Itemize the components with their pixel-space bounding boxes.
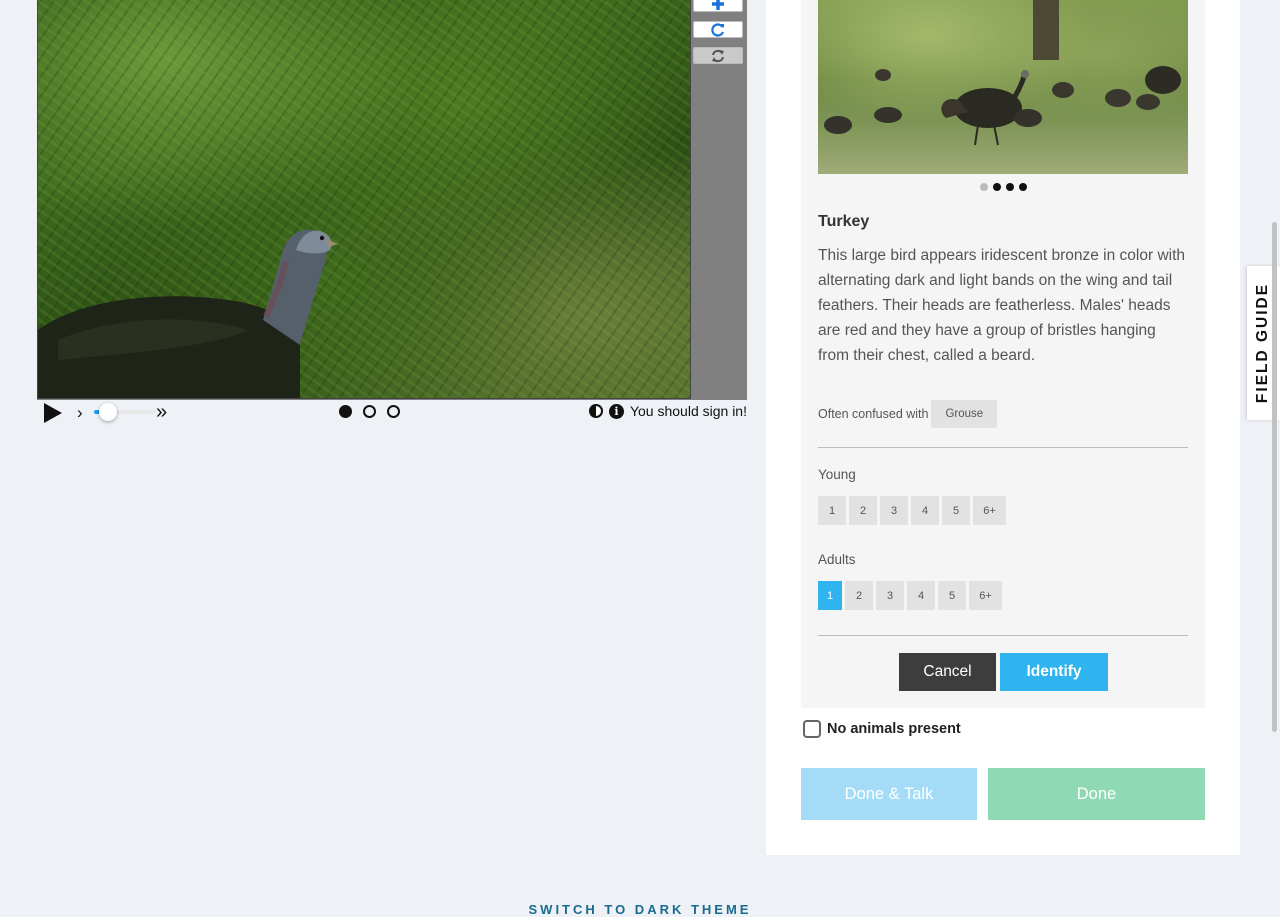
divider [818, 447, 1188, 448]
frame-dot[interactable] [339, 405, 352, 418]
page-scrollbar[interactable] [1272, 222, 1277, 732]
count-option-button[interactable]: 2 [849, 496, 877, 525]
viewer-meta-controls: i You should sign in! [588, 403, 747, 419]
image-pager-dot[interactable] [1019, 183, 1027, 191]
adults-count-options: 1 2 3 4 5 6+ [818, 581, 1002, 610]
question-label-adults: Adults [818, 552, 856, 567]
species-name: Turkey [818, 213, 870, 230]
viewer-controls: › » i You should sign in! [37, 400, 747, 426]
question-label-young: Young [818, 467, 856, 482]
confused-species-link[interactable]: Grouse [931, 400, 998, 428]
frame-dot[interactable] [387, 405, 400, 418]
image-pager-dot[interactable] [993, 183, 1001, 191]
reset-icon [712, 49, 724, 62]
switch-theme-link[interactable]: SWITCH TO DARK THEME [0, 902, 1280, 917]
slider-thumb[interactable] [99, 403, 117, 421]
subject-image[interactable] [37, 0, 691, 399]
count-option-button[interactable]: 6+ [973, 496, 1006, 525]
young-count-options: 1 2 3 4 5 6+ [818, 496, 1006, 525]
image-pager-dot[interactable] [980, 183, 988, 191]
play-icon[interactable] [43, 403, 63, 423]
turkey-flock [824, 66, 1181, 146]
frame-dot[interactable] [363, 405, 376, 418]
viewer-toolbar [691, 0, 747, 400]
zoom-in-button[interactable] [693, 0, 743, 12]
signin-message[interactable]: You should sign in! [630, 403, 747, 419]
count-option-button[interactable]: 5 [938, 581, 966, 610]
species-description: This large bird appears iridescent bronz… [818, 247, 1186, 364]
fast-forward-icon[interactable]: » [156, 402, 167, 422]
count-option-button[interactable]: 6+ [969, 581, 1002, 610]
count-option-button[interactable]: 5 [942, 496, 970, 525]
no-animals-checkbox[interactable] [803, 720, 821, 738]
count-option-button[interactable]: 1 [818, 581, 842, 610]
count-option-button[interactable]: 3 [876, 581, 904, 610]
step-forward-icon[interactable]: › [77, 404, 83, 421]
no-animals-label[interactable]: No animals present [827, 721, 961, 737]
no-animals-checkbox-row[interactable]: No animals present [803, 720, 961, 738]
rotate-button[interactable] [693, 21, 743, 38]
playback-speed-slider[interactable] [94, 403, 156, 421]
cancel-button[interactable]: Cancel [899, 653, 996, 691]
subject-viewer [37, 0, 747, 400]
confused-with-label: Often confused with [818, 407, 929, 421]
done-button[interactable]: Done [988, 768, 1205, 820]
divider [818, 635, 1188, 636]
count-option-button[interactable]: 4 [907, 581, 935, 610]
turkey-figure [38, 229, 338, 398]
field-guide-label: FIELD GUIDE [1254, 282, 1272, 404]
count-option-button[interactable]: 2 [845, 581, 873, 610]
plus-icon [712, 0, 724, 10]
count-option-button[interactable]: 3 [880, 496, 908, 525]
done-and-talk-button[interactable]: Done & Talk [801, 768, 977, 820]
frame-selector [339, 405, 400, 418]
contrast-icon[interactable] [588, 404, 603, 418]
count-option-button[interactable]: 4 [911, 496, 939, 525]
species-photo[interactable] [818, 0, 1188, 174]
reset-button[interactable] [693, 47, 743, 64]
count-option-button[interactable]: 1 [818, 496, 846, 525]
rotate-icon [711, 22, 725, 37]
identify-button[interactable]: Identify [1000, 653, 1108, 691]
species-image-pager [980, 183, 1027, 191]
confused-with-row: Often confused with Grouse [818, 400, 998, 428]
image-pager-dot[interactable] [1006, 183, 1014, 191]
info-icon[interactable]: i [608, 403, 624, 419]
